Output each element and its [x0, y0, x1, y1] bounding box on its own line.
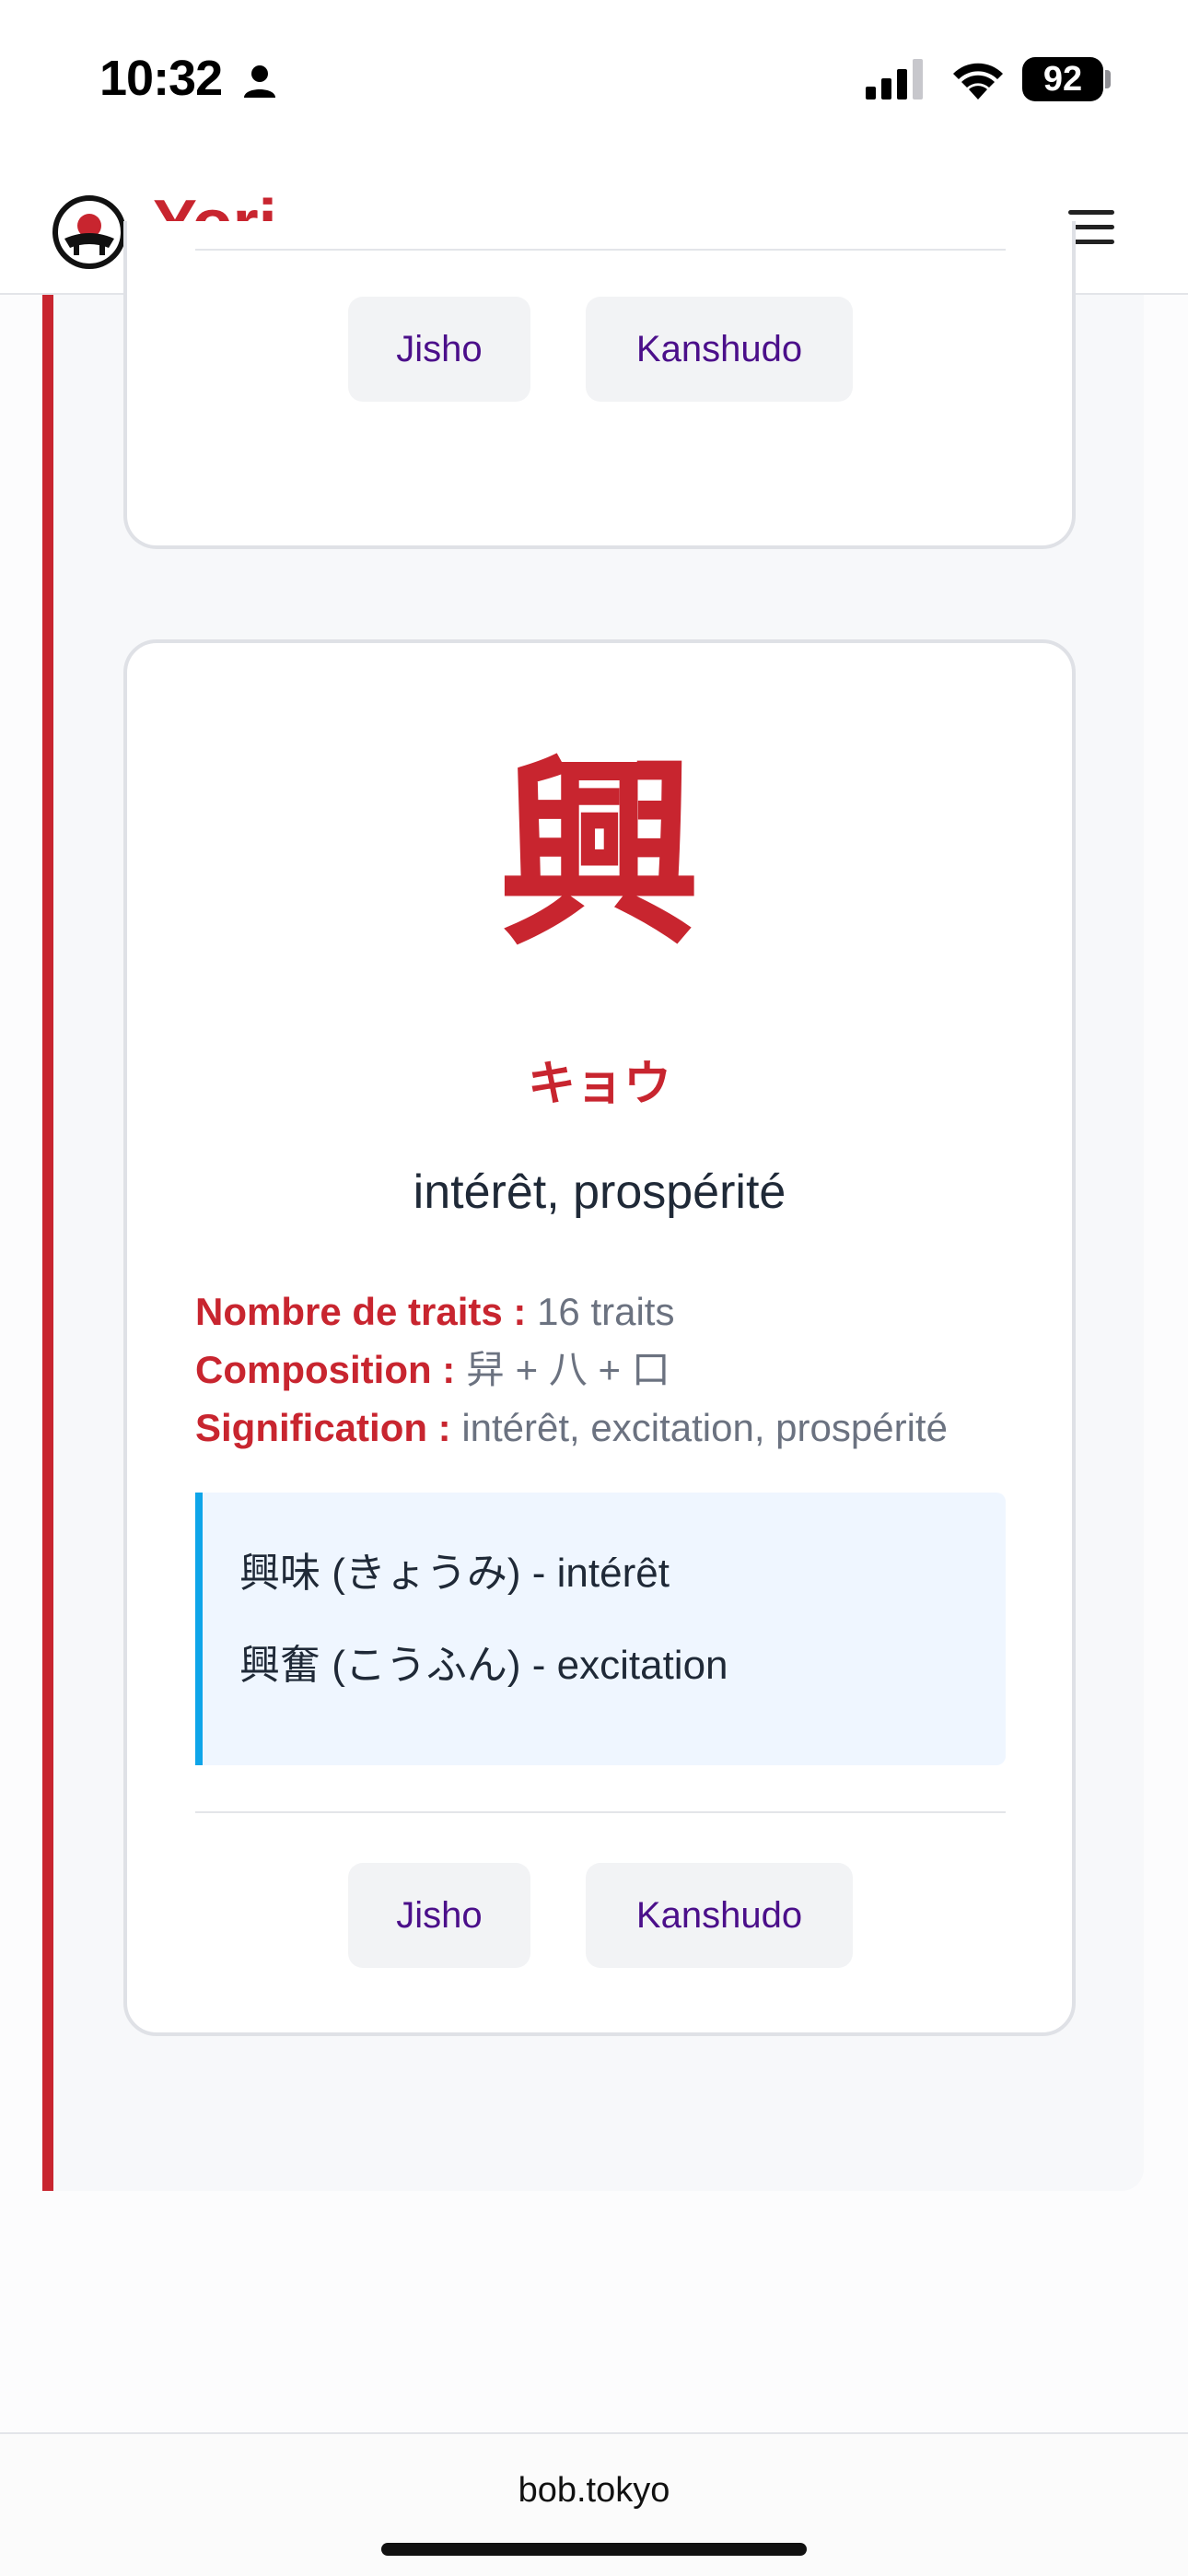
info-value: intérêt, excitation, prospérité	[461, 1406, 948, 1449]
info-row-meaning: Signification : intérêt, excitation, pro…	[195, 1399, 1024, 1457]
kanji-card-previous: Jisho Kanshudo	[123, 221, 1076, 549]
info-value: 舁 + 八 + 口	[465, 1348, 670, 1391]
kanshudo-link-button[interactable]: Kanshudo	[586, 1863, 853, 1968]
wifi-icon	[953, 63, 1003, 100]
kanji-meaning: intérêt, prospérité	[413, 1165, 786, 1219]
card-divider	[195, 1811, 1006, 1813]
url-text[interactable]: bob.tokyo	[0, 2471, 1188, 2511]
cellular-signal-icon	[866, 59, 923, 100]
info-label: Signification :	[195, 1406, 451, 1449]
status-time: 10:32	[99, 51, 223, 106]
jisho-link-button[interactable]: Jisho	[348, 1863, 530, 1968]
example-word: 興奮 (こうふん) - excitation	[239, 1643, 728, 1688]
kanji-character: 興	[497, 737, 701, 973]
info-label: Nombre de traits :	[195, 1290, 527, 1333]
home-indicator[interactable]	[381, 2543, 807, 2556]
person-icon	[244, 65, 275, 98]
info-label: Composition :	[195, 1348, 456, 1391]
example-words: 興味 (きょうみ) - intérêt 興奮 (こうふん) - excitati…	[195, 1493, 1006, 1765]
info-row-strokes: Nombre de traits : 16 traits	[195, 1282, 1024, 1341]
kanshudo-link-button[interactable]: Kanshudo	[586, 297, 853, 402]
kanji-info: Nombre de traits : 16 traits Composition…	[195, 1282, 1024, 1457]
card-divider	[195, 249, 1006, 251]
kanji-reading: キョウ	[527, 1057, 671, 1112]
status-bar: 10:32 92	[0, 0, 1188, 164]
yori-logo-icon[interactable]	[52, 194, 127, 270]
browser-url-bar[interactable]: bob.tokyo	[0, 2432, 1188, 2576]
info-value: 16 traits	[537, 1290, 675, 1333]
info-row-composition: Composition : 舁 + 八 + 口	[195, 1341, 1024, 1399]
battery-icon: 92	[1022, 57, 1103, 101]
battery-tip	[1105, 70, 1111, 88]
jisho-link-button[interactable]: Jisho	[348, 297, 530, 402]
example-word: 興味 (きょうみ) - intérêt	[239, 1551, 670, 1596]
kanji-card: 興 キョウ intérêt, prospérité Nombre de trai…	[123, 639, 1076, 2036]
